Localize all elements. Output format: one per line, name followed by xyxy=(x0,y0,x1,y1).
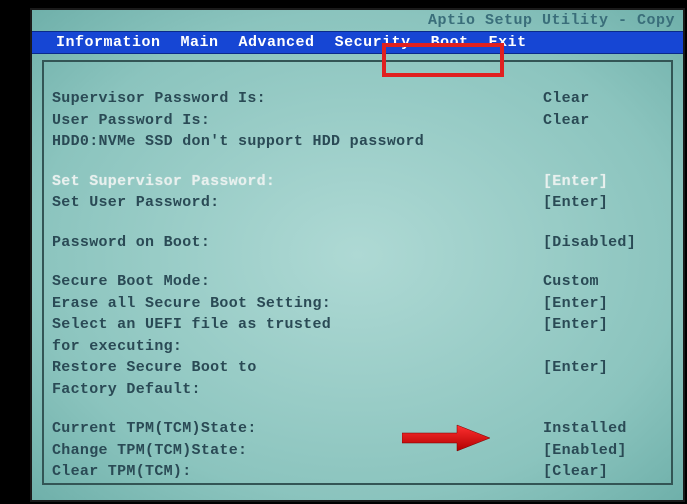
restore-secure-boot-label: Restore Secure Boot to xyxy=(52,358,543,378)
select-uefi-file[interactable]: Select an UEFI file as trusted [Enter] xyxy=(52,314,663,336)
current-tpm-state: Current TPM(TCM)State: Installed xyxy=(52,418,663,440)
menu-item-information[interactable]: Information xyxy=(32,34,171,51)
menu-item-advanced[interactable]: Advanced xyxy=(229,34,325,51)
password-on-boot-label: Password on Boot: xyxy=(52,233,543,253)
password-on-boot[interactable]: Password on Boot: [Disabled] xyxy=(52,232,663,254)
current-tpm-value: Installed xyxy=(543,419,663,439)
user-password-label: User Password Is: xyxy=(52,111,543,131)
menu-bar: Information Main Advanced Security Boot … xyxy=(32,31,683,54)
secure-boot-mode[interactable]: Secure Boot Mode: Custom xyxy=(52,271,663,293)
select-uefi-file-line2: for executing: xyxy=(52,336,663,358)
set-supervisor-label: Set Supervisor Password: xyxy=(52,172,543,192)
user-password-status: User Password Is: Clear xyxy=(52,110,663,132)
set-supervisor-password[interactable]: Set Supervisor Password: [Enter] xyxy=(52,171,663,193)
change-tpm-state[interactable]: Change TPM(TCM)State: [Enabled] xyxy=(52,440,663,462)
erase-secure-boot[interactable]: Erase all Secure Boot Setting: [Enter] xyxy=(52,293,663,315)
set-user-value: [Enter] xyxy=(543,193,663,213)
change-tpm-value: [Enabled] xyxy=(543,441,663,461)
clear-tpm[interactable]: Clear TPM(TCM): [Clear] xyxy=(52,461,663,483)
supervisor-password-value: Clear xyxy=(543,89,663,109)
clear-tpm-value: [Clear] xyxy=(543,462,663,482)
change-tpm-label: Change TPM(TCM)State: xyxy=(52,441,543,461)
supervisor-password-status: Supervisor Password Is: Clear xyxy=(52,88,663,110)
menu-item-main[interactable]: Main xyxy=(171,34,229,51)
select-uefi-label: Select an UEFI file as trusted xyxy=(52,315,543,335)
password-on-boot-value: [Disabled] xyxy=(543,233,663,253)
content-panel: Supervisor Password Is: Clear User Passw… xyxy=(42,60,673,485)
restore-secure-boot-value: [Enter] xyxy=(543,358,663,378)
set-user-password[interactable]: Set User Password: [Enter] xyxy=(52,192,663,214)
erase-secure-boot-value: [Enter] xyxy=(543,294,663,314)
erase-secure-boot-label: Erase all Secure Boot Setting: xyxy=(52,294,543,314)
restore-secure-boot-line2: Factory Default: xyxy=(52,379,663,401)
secure-boot-mode-value: Custom xyxy=(543,272,663,292)
menu-item-exit[interactable]: Exit xyxy=(479,34,537,51)
supervisor-password-label: Supervisor Password Is: xyxy=(52,89,543,109)
hdd0-status: HDD0:NVMe SSD don't support HDD password xyxy=(52,131,663,153)
clear-tpm-label: Clear TPM(TCM): xyxy=(52,462,543,482)
select-uefi-value: [Enter] xyxy=(543,315,663,335)
set-user-label: Set User Password: xyxy=(52,193,543,213)
restore-secure-boot[interactable]: Restore Secure Boot to [Enter] xyxy=(52,357,663,379)
set-supervisor-value: [Enter] xyxy=(543,172,663,192)
secure-boot-mode-label: Secure Boot Mode: xyxy=(52,272,543,292)
menu-item-boot[interactable]: Boot xyxy=(421,34,479,51)
title-bar: Aptio Setup Utility - Copy xyxy=(32,10,683,29)
current-tpm-label: Current TPM(TCM)State: xyxy=(52,419,543,439)
user-password-value: Clear xyxy=(543,111,663,131)
bios-screen: Aptio Setup Utility - Copy Information M… xyxy=(30,8,685,502)
menu-item-security[interactable]: Security xyxy=(325,34,421,51)
